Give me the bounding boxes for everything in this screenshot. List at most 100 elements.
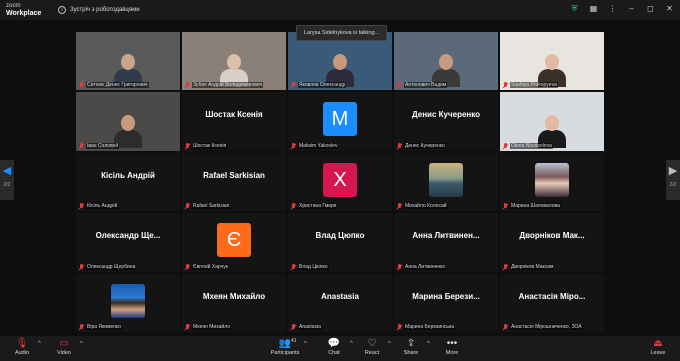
participant-tile[interactable]: M Maksim Yakovlev: [287, 91, 393, 152]
participant-name-label: Шостак Ксенія: [185, 142, 228, 149]
participant-name-label: Rafael Sarkisian: [185, 203, 231, 210]
participant-tile[interactable]: Ситнюк Денис Григорович: [75, 31, 181, 92]
participant-tile[interactable]: Анастасія Міро... Анастасія Мірошниченко,…: [499, 272, 605, 333]
participant-name: Anastasia: [298, 323, 322, 330]
participant-tile[interactable]: Денис Кучеренко Денис Кучеренко: [393, 91, 499, 152]
participant-name: Анастасія Мірошниченко, ЗОА: [510, 323, 583, 330]
participant-tile[interactable]: Антонович Вадим: [393, 31, 499, 92]
video-options-caret-icon[interactable]: ^: [80, 341, 83, 347]
participant-tile[interactable]: Є Євгеній Харчук: [181, 212, 287, 273]
muted-mic-icon: [397, 142, 402, 149]
participant-name-label: Кісіль Андрій: [79, 203, 119, 210]
participant-name-label: Влад Цюпко: [291, 263, 329, 270]
participant-silhouette: [219, 50, 249, 88]
info-icon[interactable]: i: [58, 6, 66, 14]
react-button[interactable]: ♡ React: [352, 338, 392, 356]
participant-tile[interactable]: Кісіль Андрій Кісіль Андрій: [75, 151, 181, 213]
participant-name: Rafael Sarkisian: [192, 203, 231, 210]
participant-tile[interactable]: Олександр Ще... Олександр Щербина: [75, 212, 181, 273]
participant-silhouette: [537, 111, 567, 148]
participant-tile[interactable]: Sophiya Prokopyeva: [499, 31, 605, 92]
participant-tile[interactable]: Дворніков Мак... Дворніков Максим: [499, 212, 605, 273]
participant-tile[interactable]: Іван Соловей: [75, 91, 181, 152]
participant-name: Зубач Андрій Володимирович: [192, 82, 264, 89]
participant-tile[interactable]: Марина Шаповалова: [499, 151, 605, 213]
participant-initial-avatar: M: [323, 102, 357, 137]
muted-mic-icon: [185, 142, 190, 149]
encryption-shield-icon[interactable]: ⛨: [570, 4, 579, 13]
participant-silhouette: [113, 50, 143, 88]
participant-tile[interactable]: Зубач Андрій Володимирович: [181, 31, 287, 92]
participants-label: Participants: [270, 350, 300, 356]
participant-tile[interactable]: Rafael Sarkisian Rafael Sarkisian: [181, 151, 287, 213]
muted-mic-icon: [503, 263, 508, 270]
minimize-icon[interactable]: –: [627, 4, 636, 13]
share-button[interactable]: ⇪ Share: [391, 338, 431, 356]
chevron-right-icon: ▶: [668, 165, 678, 177]
participant-tile[interactable]: Х Христина Гмиря: [287, 151, 393, 213]
participant-name: Анна Литвиненко: [404, 263, 447, 270]
next-page-button[interactable]: ▶ 2/2: [666, 160, 680, 200]
muted-mic-icon: [503, 142, 508, 149]
participant-name: Євгеній Харчук: [192, 263, 229, 270]
participant-silhouette: [431, 50, 461, 88]
close-icon[interactable]: ✕: [665, 4, 674, 13]
more-button[interactable]: ••• More: [432, 338, 472, 356]
muted-mic-icon: [291, 142, 296, 149]
muted-mic-icon: [291, 263, 296, 270]
participant-display-name: Анастасія Міро...: [518, 291, 586, 301]
maximize-icon[interactable]: ◻: [646, 4, 655, 13]
audio-button[interactable]: 🎙 Audio: [2, 338, 42, 356]
participants-icon: 👥: [278, 338, 292, 349]
participant-name-label: Maksim Yakovlev: [291, 142, 339, 149]
chevron-left-icon: ◀: [2, 165, 12, 177]
leave-button[interactable]: ⏏ Leave: [638, 338, 678, 356]
participant-tile[interactable]: Анна Литвинен... Анна Литвиненко: [393, 212, 499, 273]
participant-tile[interactable]: Влад Цюпко Влад Цюпко: [287, 212, 393, 273]
muted-mic-icon: [291, 203, 296, 209]
muted-mic-icon: [397, 82, 402, 88]
participant-name-label: Євгеній Харчук: [185, 263, 229, 270]
participant-name: Христина Гмиря: [298, 203, 338, 210]
participant-tile[interactable]: Віра Якименко: [75, 272, 181, 333]
brand-bottom: Workplace: [6, 10, 42, 17]
participant-profile-picture: [429, 162, 463, 197]
participant-name-label: Зубач Андрій Володимирович: [185, 82, 264, 89]
participant-name: Шостак Ксенія: [192, 142, 228, 149]
share-label: Share: [403, 350, 419, 356]
muted-mic-icon: [185, 323, 190, 330]
participants-caret-icon[interactable]: ^: [304, 341, 307, 347]
previous-page-button[interactable]: ◀ 2/2: [0, 160, 14, 200]
participant-name: Антонович Вадим: [404, 82, 448, 89]
participant-name: Марина Шаповалова: [510, 203, 561, 210]
participant-tile[interactable]: Марина Берези... Марина Березинська: [393, 272, 499, 333]
participant-tile[interactable]: Olena Novosolova: [499, 91, 605, 152]
grid-view-icon[interactable]: ▦: [589, 4, 598, 13]
participant-tile[interactable]: Anastasia Anastasia: [287, 272, 393, 333]
app-logo: zoom Workplace: [0, 3, 50, 17]
muted-mic-icon: [79, 323, 84, 330]
chat-button[interactable]: 💬 Chat: [314, 338, 354, 356]
participants-button[interactable]: 👥 41 Participants: [265, 338, 305, 356]
participant-name-label: Михайло Колосай: [397, 203, 448, 210]
participant-display-name: Влад Цюпко: [315, 231, 365, 241]
share-caret-icon[interactable]: ^: [427, 341, 430, 347]
participant-name: Кісіль Андрій: [86, 203, 119, 210]
participant-name: Віра Якименко: [86, 323, 122, 330]
video-button[interactable]: ▭ Video: [44, 338, 84, 356]
participant-name-label: Ситнюк Денис Григорович: [79, 82, 149, 89]
participant-name: Дворніков Максим: [510, 263, 555, 270]
page-indicator-left: 2/2: [3, 182, 11, 188]
muted-mic-icon: [185, 203, 190, 209]
participant-name-label: Олександр Щербина: [79, 263, 137, 270]
audio-options-caret-icon[interactable]: ^: [38, 341, 41, 347]
participants-count: 41: [291, 338, 297, 344]
participant-tile[interactable]: Шостак Ксенія Шостак Ксенія: [181, 91, 287, 152]
participant-name-label: Марина Шаповалова: [503, 203, 561, 210]
participant-name-label: Христина Гмиря: [291, 203, 338, 210]
participant-tile[interactable]: Мхеян Михайло Мхеян Михайло: [181, 272, 287, 333]
participant-tile[interactable]: Михайло Колосай: [393, 151, 499, 213]
view-options-icon[interactable]: ⋮: [608, 4, 617, 13]
participant-display-name: Олександр Ще...: [95, 231, 161, 241]
share-screen-icon: ⇪: [406, 338, 416, 349]
